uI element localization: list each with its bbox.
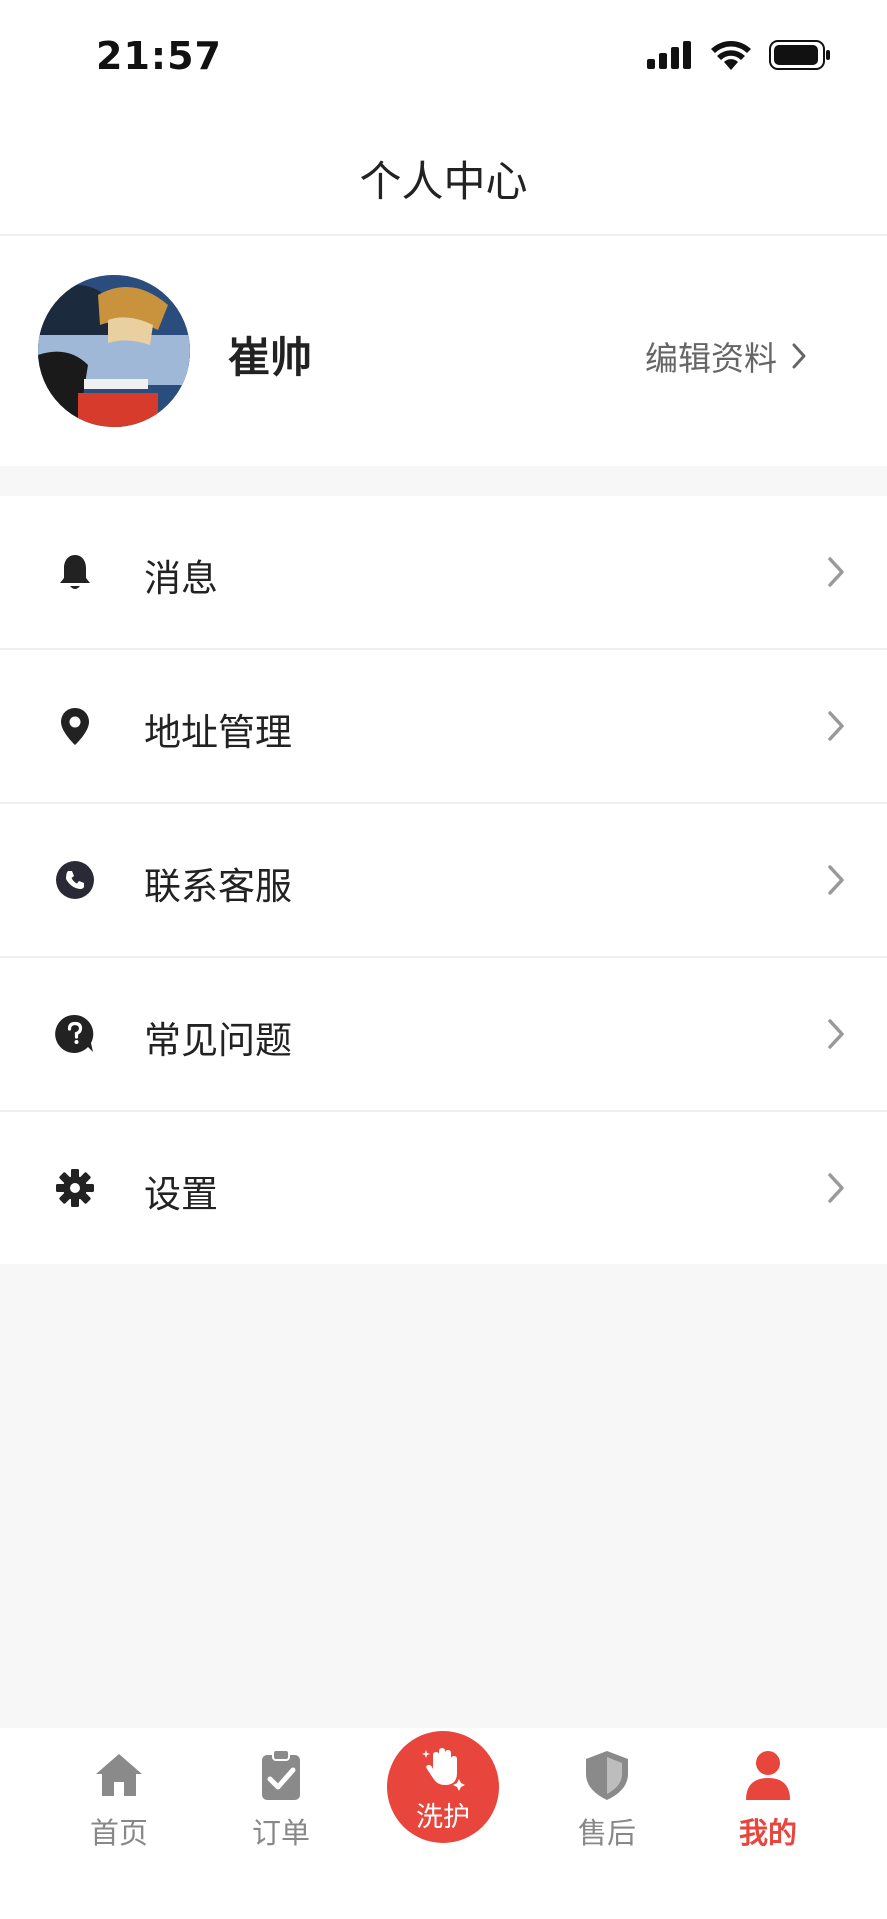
tab-label: 首页 <box>89 1816 148 1850</box>
tab-label: 洗护 <box>416 1802 470 1833</box>
tab-label: 我的 <box>738 1816 797 1850</box>
location-pin-icon <box>61 708 89 745</box>
menu-item-messages[interactable]: 消息 <box>0 496 887 650</box>
user-icon <box>746 1751 790 1800</box>
tab-home[interactable]: 首页 <box>59 1748 179 1852</box>
tab-mine[interactable]: 我的 <box>708 1748 828 1852</box>
chevron-right-icon <box>828 1019 844 1049</box>
tab-bar: 首页 订单 洗护 售后 我的 <box>0 1728 887 1919</box>
edit-profile-link[interactable]: 编辑资料 <box>645 332 807 380</box>
profile-card[interactable]: 崔帅 编辑资料 <box>0 236 887 466</box>
clipboard-check-icon <box>262 1749 300 1800</box>
username: 崔帅 <box>228 333 313 382</box>
tab-orders[interactable]: 订单 <box>221 1748 341 1852</box>
menu-item-faq[interactable]: 常见问题 <box>0 958 887 1112</box>
chevron-right-icon <box>828 1173 844 1203</box>
menu-item-address[interactable]: 地址管理 <box>0 650 887 804</box>
menu-label: 联系客服 <box>144 865 292 908</box>
tab-after-sales[interactable]: 售后 <box>547 1748 667 1852</box>
avatar[interactable] <box>38 275 190 427</box>
tab-wash-care[interactable]: 洗护 <box>387 1731 499 1843</box>
chevron-right-icon <box>828 711 844 741</box>
bell-icon <box>60 555 90 589</box>
gear-icon <box>56 1169 94 1207</box>
status-bar: 21:57 <box>0 0 887 120</box>
menu-label: 消息 <box>144 557 218 600</box>
home-icon <box>96 1754 142 1796</box>
tab-label: 订单 <box>251 1816 310 1850</box>
wifi-icon <box>711 41 751 70</box>
signal-icon <box>647 41 691 69</box>
menu-label: 设置 <box>144 1173 218 1216</box>
battery-icon <box>769 40 830 70</box>
hand-sparkle-icon <box>422 1748 465 1791</box>
page-title: 个人中心 <box>359 157 528 206</box>
status-icons <box>647 40 831 70</box>
menu-item-customer-service[interactable]: 联系客服 <box>0 804 887 958</box>
shield-icon <box>586 1751 628 1800</box>
question-icon <box>55 1014 94 1053</box>
chevron-right-icon <box>828 865 844 895</box>
menu-item-settings[interactable]: 设置 <box>0 1112 887 1264</box>
chevron-right-icon <box>792 343 806 369</box>
menu-list: 消息 地址管理 联系客服 常见问题 设置 <box>0 496 887 1264</box>
edit-profile-label: 编辑资料 <box>645 339 777 378</box>
menu-label: 常见问题 <box>144 1019 292 1062</box>
chevron-right-icon <box>828 557 844 587</box>
nav-bar: 个人中心 <box>0 120 887 236</box>
phone-icon <box>56 861 94 899</box>
status-time: 21:57 <box>96 34 222 78</box>
tab-label: 售后 <box>577 1816 636 1850</box>
menu-label: 地址管理 <box>144 711 292 754</box>
